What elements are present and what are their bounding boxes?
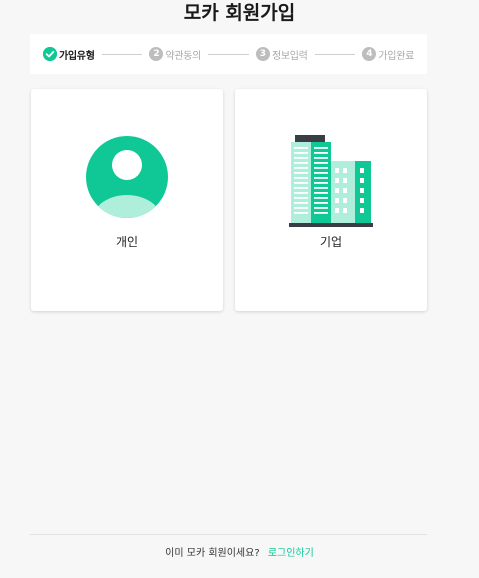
step-label: 정보입력 [271,50,308,62]
personal-signup-card[interactable]: 개인 [31,89,223,311]
personal-card-label: 개인 [115,235,139,249]
already-member-text: 이미 모카 회원이세요? [165,548,260,559]
step-number-badge: 3 [255,47,270,61]
step-divider [314,53,356,55]
step-divider [208,53,249,55]
login-link[interactable]: 로그인하기 [268,548,314,559]
step-divider [101,53,143,55]
page-title: 모카 회원가입 [183,2,296,24]
check-circle-icon [43,47,57,61]
footer-divider [30,534,427,535]
step-number-badge: 2 [149,47,164,61]
person-icon [85,135,169,223]
business-signup-card[interactable]: 기업 [235,89,427,311]
step-label: 가입완료 [378,50,415,62]
step-terms: 2 약관동의 [149,47,201,62]
building-icon [289,135,373,231]
step-info: 3 정보입력 [255,47,308,62]
business-card-label: 기업 [319,235,343,249]
footer: 이미 모카 회원이세요? 로그인하기 [0,544,479,559]
signup-progress-steps: 가입유형 2 약관동의 3 정보입력 4 가입완료 [30,34,427,74]
step-label: 약관동의 [165,50,202,62]
step-label: 가입유형 [59,50,95,62]
signup-page: 모카 회원가입 가입유형 2 약관동의 3 정보입력 4 가입완료 개인 기업 … [0,0,479,578]
step-number-badge: 4 [362,47,377,61]
step-signup-type: 가입유형 [43,47,95,62]
step-complete: 4 가입완료 [362,47,414,62]
